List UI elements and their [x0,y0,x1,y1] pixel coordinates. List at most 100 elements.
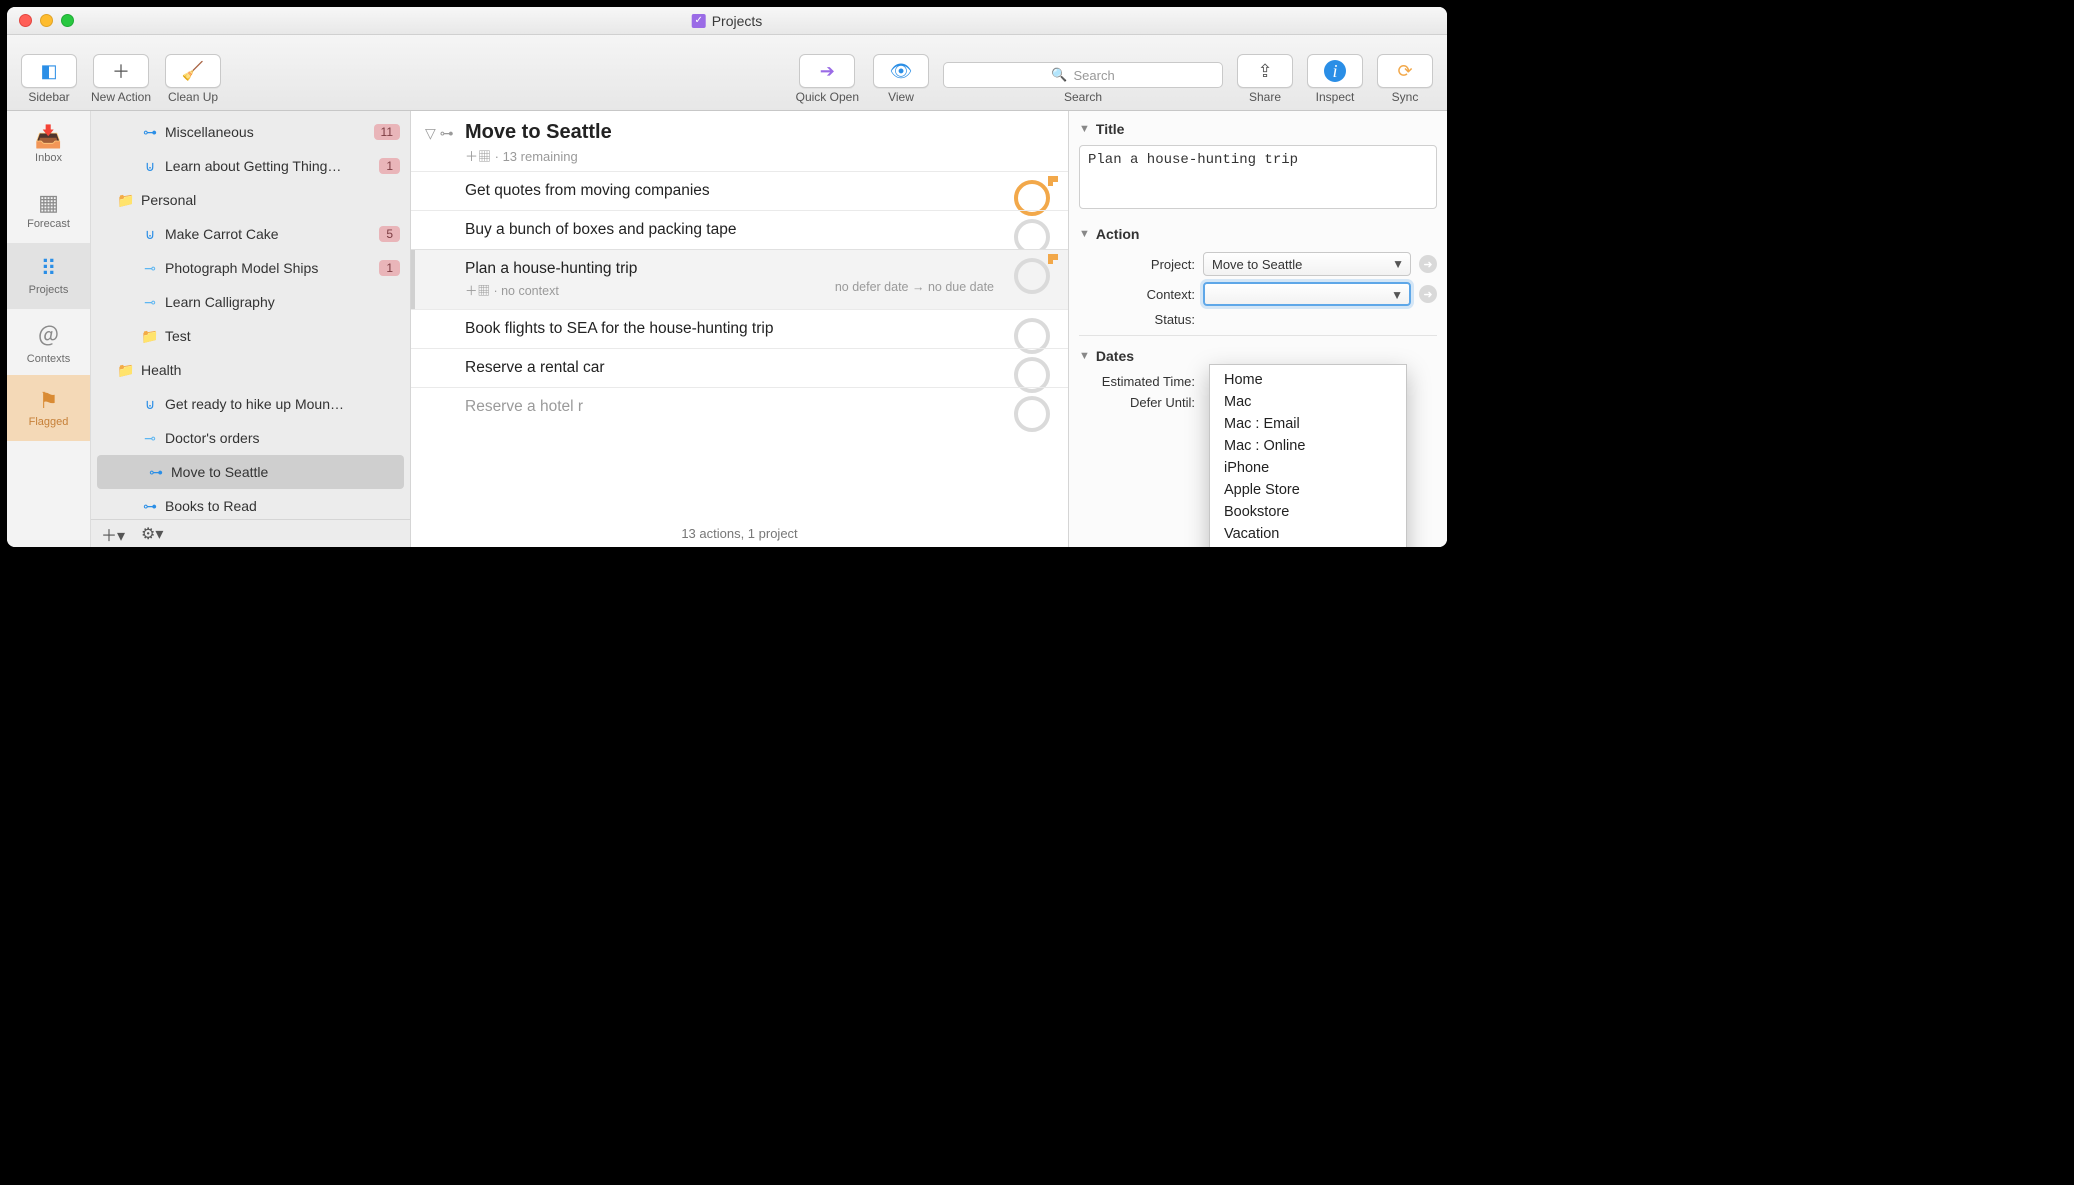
sidebar-item[interactable]: ⊍Get ready to hike up Moun… [91,387,410,421]
forecast-icon: ▦ [38,190,59,216]
parallel-icon: ⊍ [141,158,159,175]
project-combo[interactable]: Move to Seattle▼ [1203,252,1411,276]
chevron-down-icon: ▼ [1391,288,1403,302]
perspective-contexts[interactable]: ＠ Contexts [7,309,90,375]
titlebar: ✓ Projects [7,7,1447,35]
dropdown-option[interactable]: iPhone [1210,457,1406,479]
sidebar-item[interactable]: ⊍Make Carrot Cake5 [91,217,410,251]
toolbar-label: New Action [91,90,151,104]
sidebar-footer: ＋▾ ⚙▾ [91,519,410,547]
status-circle[interactable] [1014,258,1050,294]
status-circle[interactable] [1014,396,1050,432]
task-row[interactable]: Reserve a hotel r [411,387,1068,426]
sidebar-list[interactable]: ⊶Miscellaneous11⊍Learn about Getting Thi… [91,111,410,519]
share-button[interactable]: ⇪ [1237,54,1293,88]
defer-label: Defer Until: [1079,395,1195,410]
close-window-button[interactable] [19,14,32,27]
task-row[interactable]: Plan a house-hunting trip＋▦ · no context… [411,249,1068,309]
sidebar-item-label: Health [141,362,400,378]
flag-icon [1048,176,1058,186]
toolbar-label: View [888,90,914,104]
count-badge: 1 [379,260,400,276]
sidebar-item[interactable]: ⊸Doctor's orders [91,421,410,455]
dropdown-option[interactable]: Mac [1210,391,1406,413]
dropdown-option[interactable]: Apple Store [1210,479,1406,501]
new-action-button[interactable]: ＋ [93,54,149,88]
project-label: Project: [1079,257,1195,272]
perspective-flagged[interactable]: ⚑Flagged [7,375,90,441]
sidebar-item[interactable]: ⊍Learn about Getting Thing…1 [91,149,410,183]
zoom-window-button[interactable] [61,14,74,27]
project-row: Project: Move to Seattle▼ ➜ [1079,252,1437,276]
single-action-icon: ⊸ [141,260,159,277]
project-title[interactable]: Move to Seattle [465,121,1050,144]
outline-pane: ▽ ⊶ Move to Seattle ＋▦ · 13 remaining Ge… [411,111,1069,547]
clean-up-button[interactable]: 🧹 [165,54,221,88]
perspective-projects[interactable]: ⠿Projects [7,243,90,309]
goto-context-button[interactable]: ➜ [1419,285,1437,303]
toolbar-label: Share [1249,90,1281,104]
context-dropdown[interactable]: HomeMacMac : EmailMac : OnlineiPhoneAppl… [1209,364,1407,547]
status-row: Status: [1079,312,1437,327]
sequential-icon: ⊶ [141,498,159,515]
sidebar-item[interactable]: ⊸Photograph Model Ships1 [91,251,410,285]
parallel-icon: ⊍ [141,396,159,413]
dropdown-option[interactable]: Home [1210,369,1406,391]
folder-icon: 📁 [117,362,135,379]
goto-project-button[interactable]: ➜ [1419,255,1437,273]
project-subtitle: ＋▦ · 13 remaining [465,146,1050,165]
add-menu-button[interactable]: ＋▾ [101,522,125,546]
flagged-icon: ⚑ [39,388,59,414]
disclosure-controls[interactable]: ▽ ⊶ [425,125,454,142]
perspective-label: Forecast [27,218,70,230]
dropdown-option[interactable]: Bookstore [1210,501,1406,523]
status-bar: 13 actions, 1 project [411,522,1068,545]
sidebar-item[interactable]: ⊶Move to Seattle [97,455,404,489]
sync-button[interactable]: ⟳ [1377,54,1433,88]
task-row[interactable]: Get quotes from moving companies [411,171,1068,210]
task-title: Plan a house-hunting trip [465,260,1050,278]
folder-icon: 📁 [141,328,159,345]
search-placeholder: Search [1073,68,1114,83]
sidebar-item[interactable]: 📁Test [91,319,410,353]
context-input[interactable] [1212,287,1389,302]
task-row[interactable]: Book flights to SEA for the house-huntin… [411,309,1068,348]
plus-icon: ＋ [112,58,130,84]
sidebar-item[interactable]: ⊶Books to Read [91,489,410,519]
sidebar-item[interactable]: ⊶Miscellaneous11 [91,115,410,149]
dropdown-option[interactable]: Mac : Online [1210,435,1406,457]
window-title: ✓ Projects [692,13,763,29]
perspective-inbox[interactable]: 📥Inbox [7,111,90,177]
sidebar-item-label: Miscellaneous [165,124,368,140]
quick-open-button[interactable]: ➔ [799,54,855,88]
inspect-button[interactable]: i [1307,54,1363,88]
task-row[interactable]: Reserve a rental car [411,348,1068,387]
sequential-icon: ⊶ [141,124,159,141]
disclosure-triangle-icon: ▼ [1079,228,1090,240]
sidebar-item[interactable]: ⊸Learn Calligraphy [91,285,410,319]
dropdown-option[interactable]: Mac : Email [1210,413,1406,435]
gear-menu-button[interactable]: ⚙▾ [141,524,163,544]
sidebar-item[interactable]: 📁Personal [91,183,410,217]
task-title: Reserve a hotel r [465,398,1050,416]
inbox-icon: 📥 [35,124,62,150]
title-field[interactable] [1079,145,1437,209]
single-action-icon: ⊸ [141,294,159,311]
perspective-forecast[interactable]: ▦ Forecast [7,177,90,243]
sidebar-toggle-button[interactable]: ◧ [21,54,77,88]
minimize-window-button[interactable] [40,14,53,27]
action-section-header[interactable]: ▼Action [1079,222,1437,246]
contexts-icon: ＠ [37,319,59,351]
dropdown-option[interactable]: Vacation [1210,523,1406,545]
task-row[interactable]: Buy a bunch of boxes and packing tape [411,210,1068,249]
view-button[interactable]: 👁 [873,54,929,88]
task-title: Buy a bunch of boxes and packing tape [465,221,1050,239]
toolbar-label: Search [1064,90,1102,104]
search-input[interactable]: 🔍 Search [943,62,1223,88]
sidebar-item-label: Learn about Getting Thing… [165,158,373,174]
perspective-label: Contexts [27,353,70,365]
sidebar-item[interactable]: 📁 Health [91,353,410,387]
context-combo[interactable]: ▼ [1203,282,1411,306]
title-section-header[interactable]: ▼Title [1079,117,1437,141]
dropdown-option[interactable]: Vacation : Seattle [1210,545,1406,547]
